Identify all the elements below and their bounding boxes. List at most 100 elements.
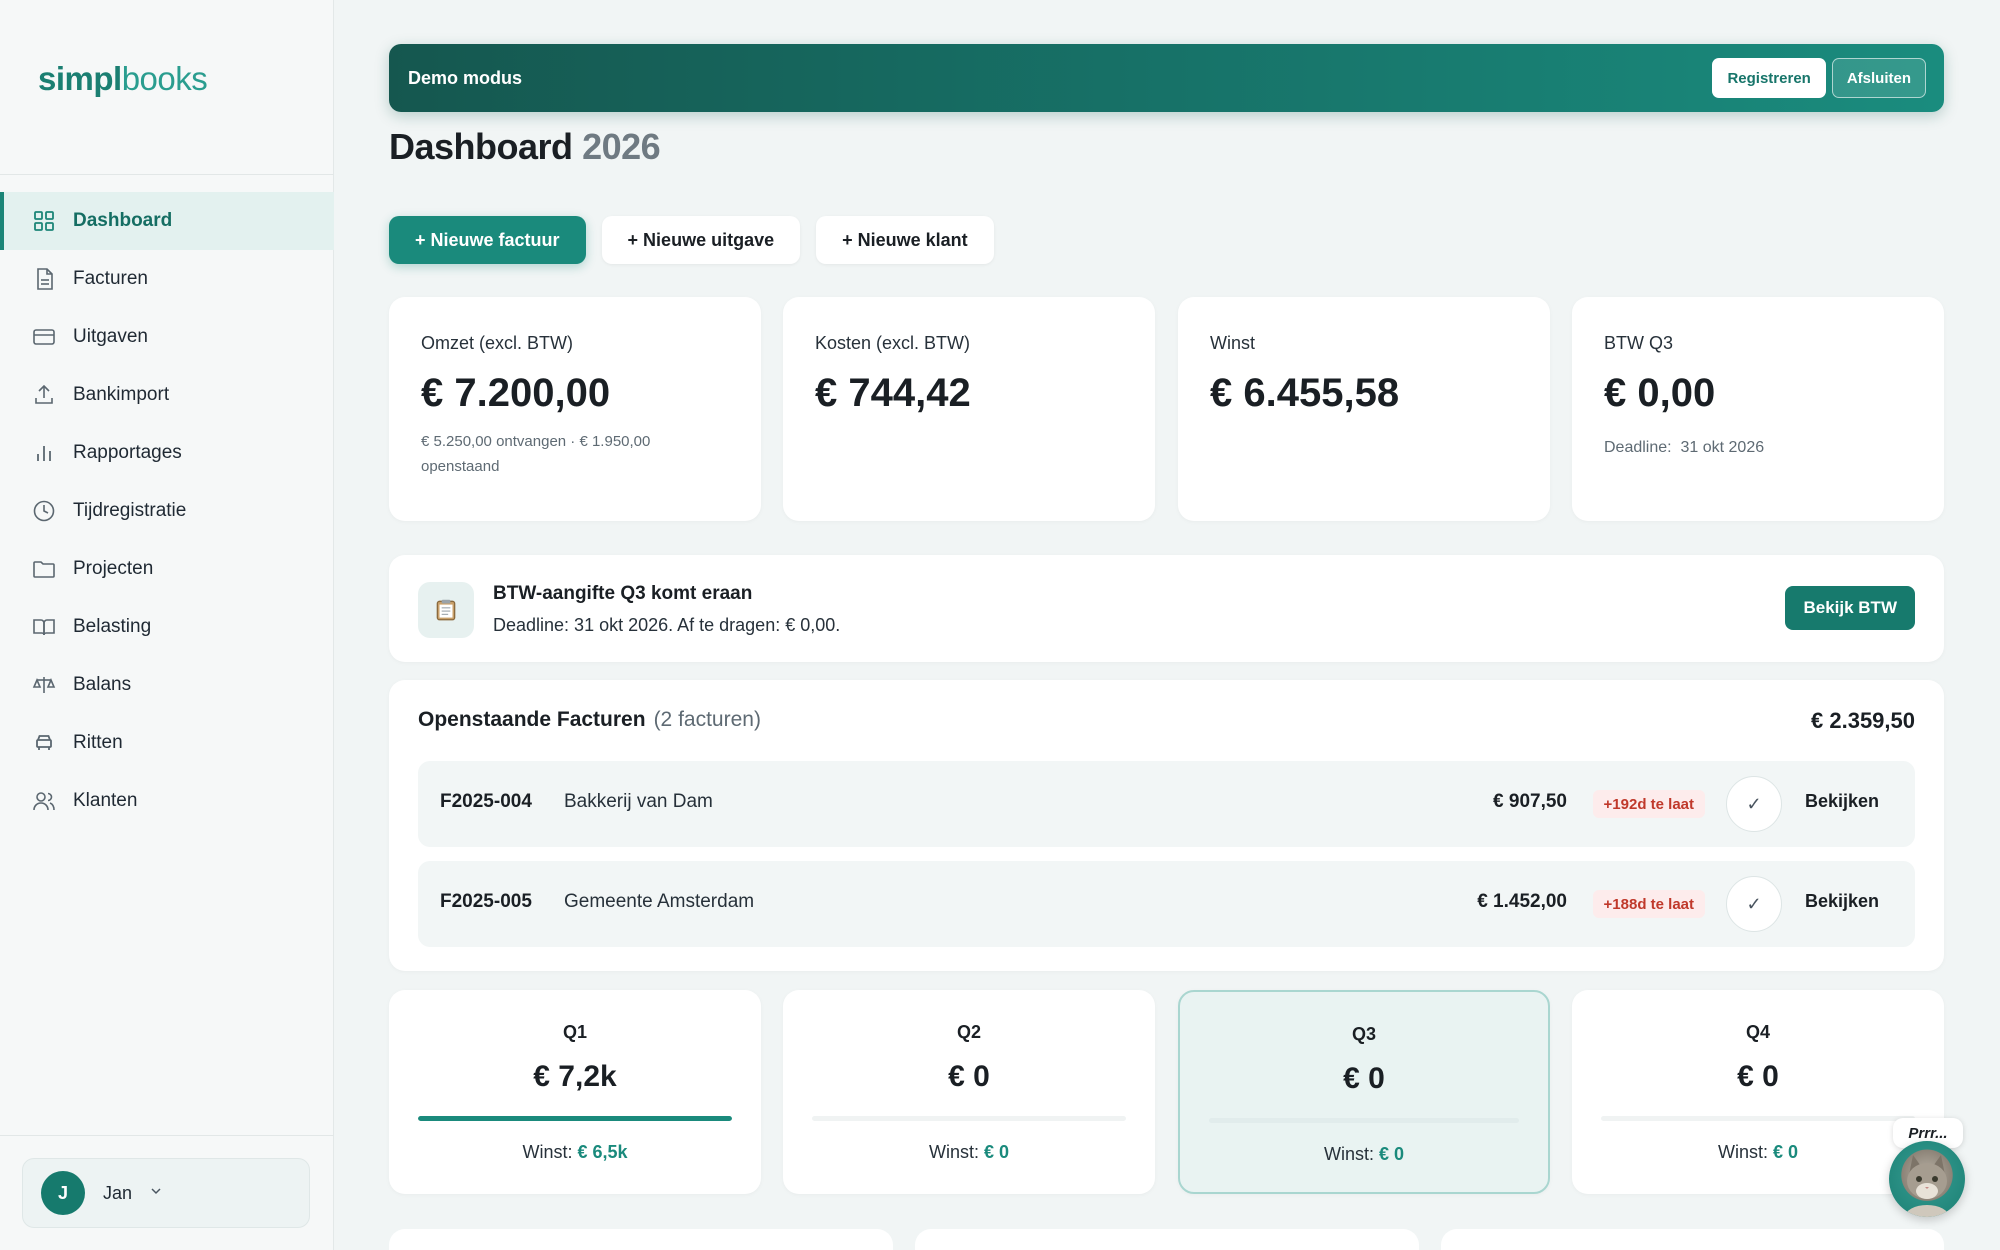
costs-card: Kosten (excl. BTW) € 744,42 — [783, 297, 1155, 521]
quarter-profit-label: Winst: — [1323, 1144, 1374, 1164]
sidebar-item-bankimport[interactable]: Bankimport — [0, 366, 334, 424]
vat-alert: BTW-aangifte Q3 komt eraan Deadline: 31 … — [389, 555, 1944, 662]
quarter-progress-bar — [1209, 1118, 1519, 1123]
profit-value: € 6.455,58 — [1210, 371, 1400, 415]
sidebar-item-ritten[interactable]: Ritten — [0, 714, 334, 772]
user-menu[interactable]: J Jan — [22, 1158, 310, 1228]
mark-paid-button[interactable]: ✓ — [1726, 776, 1782, 832]
demo-mode-banner: Demo modus Registreren Afsluiten — [389, 44, 1944, 112]
vat-alert-text: Deadline: 31 okt 2026. Af te dragen: € 0… — [493, 615, 841, 635]
page-title: Dashboard 2026 — [389, 126, 661, 168]
sidebar-item-klanten[interactable]: Klanten — [0, 772, 334, 830]
sidebar-item-tijdregistratie[interactable]: Tijdregistratie — [0, 482, 334, 540]
invoice-row[interactable]: F2025-004 Bakkerij van Dam € 907,50 +192… — [418, 761, 1915, 847]
quarter-card-q2[interactable]: Q2 € 0 Winst: € 0 — [783, 990, 1155, 1194]
quarter-progress-bar — [812, 1116, 1126, 1121]
sidebar-item-uitgaven[interactable]: Uitgaven — [0, 308, 334, 366]
sidebar-item-label: Belasting — [73, 616, 152, 637]
exit-demo-button[interactable]: Afsluiten — [1831, 58, 1926, 98]
sidebar-item-projecten[interactable]: Projecten — [0, 540, 334, 598]
quarter-label: Q4 — [1745, 1022, 1770, 1042]
logo-part-1: simpl — [38, 60, 122, 97]
upload-icon — [32, 383, 56, 407]
sidebar-item-label: Balans — [73, 674, 132, 695]
sidebar-item-label: Ritten — [73, 732, 123, 753]
invoice-number: F2025-005 — [440, 891, 532, 912]
quarter-card-q4[interactable]: Q4 € 0 Winst: € 0 — [1572, 990, 1944, 1194]
quarter-label: Q1 — [562, 1022, 587, 1042]
sidebar: simplbooks Dashboard Facturen Uitgaven B… — [0, 0, 334, 1250]
invoice-number: F2025-004 — [440, 791, 532, 812]
bottom-card-3 — [1441, 1229, 1944, 1250]
sidebar-item-dashboard[interactable]: Dashboard — [0, 192, 334, 250]
scale-icon — [32, 673, 56, 697]
quarter-profit-value: € 6,5k — [577, 1142, 628, 1162]
view-vat-button[interactable]: Bekijk BTW — [1785, 586, 1915, 630]
quarter-progress-bar — [1601, 1116, 1915, 1121]
overdue-badge: +192d te laat — [1592, 790, 1705, 818]
app-logo[interactable]: simplbooks — [38, 60, 208, 98]
user-name: Jan — [103, 1182, 133, 1203]
quarter-card-q3[interactable]: Q3 € 0 Winst: € 0 — [1178, 990, 1550, 1194]
invoice-client: Gemeente Amsterdam — [564, 891, 755, 912]
page-title-year: 2026 — [582, 126, 661, 167]
invoice-amount: € 907,50 — [1493, 791, 1567, 812]
quarter-profit: Winst: € 0 — [1572, 1142, 1944, 1163]
demo-mode-label: Demo modus — [408, 67, 523, 88]
sidebar-item-balans[interactable]: Balans — [0, 656, 334, 714]
avatar: J — [41, 1171, 85, 1215]
sidebar-item-label: Facturen — [73, 268, 148, 289]
mark-paid-button[interactable]: ✓ — [1726, 876, 1782, 932]
sidebar-item-belasting[interactable]: Belasting — [0, 598, 334, 656]
chevron-down-icon — [148, 1183, 164, 1204]
view-invoice-link[interactable]: Bekijken — [1805, 791, 1879, 812]
new-expense-button[interactable]: + Nieuwe uitgave — [601, 216, 801, 264]
logo-part-2: books — [121, 60, 208, 97]
quarter-profit-value: € 0 — [984, 1142, 1010, 1162]
folder-icon — [32, 557, 56, 581]
sidebar-item-rapportages[interactable]: Rapportages — [0, 424, 334, 482]
sidebar-item-facturen[interactable]: Facturen — [0, 250, 334, 308]
outstanding-invoices-title: Openstaande Facturen (2 facturen) — [418, 708, 761, 732]
new-invoice-button[interactable]: + Nieuwe factuur — [389, 216, 586, 264]
revenue-label: Omzet (excl. BTW) — [421, 333, 573, 353]
quarter-label: Q3 — [1351, 1024, 1376, 1044]
sidebar-item-label: Tijdregistratie — [73, 500, 187, 521]
quarter-profit-value: € 0 — [1773, 1142, 1799, 1162]
users-icon — [32, 789, 56, 813]
costs-value: € 744,42 — [815, 371, 971, 415]
quarter-card-q1[interactable]: Q1 € 7,2k Winst: € 6,5k — [389, 990, 761, 1194]
bottom-card-2 — [915, 1229, 1419, 1250]
outstanding-invoices-heading: Openstaande Facturen — [418, 708, 646, 731]
quarter-profit-label: Winst: — [1717, 1142, 1768, 1162]
invoice-client: Bakkerij van Dam — [564, 791, 713, 812]
quarter-label: Q2 — [956, 1022, 981, 1042]
revenue-card: Omzet (excl. BTW) € 7.200,00 € 5.250,00 … — [389, 297, 761, 521]
vat-label: BTW Q3 — [1604, 333, 1674, 353]
register-button[interactable]: Registreren — [1712, 58, 1826, 98]
sidebar-item-label: Dashboard — [73, 210, 173, 231]
quick-actions: + Nieuwe factuur + Nieuwe uitgave + Nieu… — [389, 216, 994, 264]
quarter-revenue: € 0 — [1737, 1060, 1779, 1093]
clipboard-icon — [418, 582, 474, 638]
quarter-profit-label: Winst: — [522, 1142, 573, 1162]
new-client-button[interactable]: + Nieuwe klant — [816, 216, 994, 264]
view-invoice-link[interactable]: Bekijken — [1805, 891, 1879, 912]
vat-card: BTW Q3 € 0,00 Deadline: 31 okt 2026 — [1572, 297, 1944, 521]
demo-actions: Registreren Afsluiten — [1712, 58, 1926, 98]
quarter-profit: Winst: € 0 — [1180, 1144, 1548, 1165]
quarter-profit: Winst: € 6,5k — [389, 1142, 761, 1163]
vat-deadline-label: Deadline: — [1604, 439, 1672, 456]
quarter-revenue: € 0 — [1343, 1062, 1385, 1095]
quarter-revenue: € 7,2k — [533, 1060, 617, 1093]
revenue-breakdown: € 5.250,00 ontvangen · € 1.950,00 openst… — [421, 433, 651, 475]
sidebar-item-label: Uitgaven — [73, 326, 148, 347]
vat-deadline: Deadline: 31 okt 2026 — [1604, 439, 1764, 457]
revenue-value: € 7.200,00 — [421, 371, 611, 415]
vat-deadline-date: 31 okt 2026 — [1680, 439, 1765, 456]
invoice-row[interactable]: F2025-005 Gemeente Amsterdam € 1.452,00 … — [418, 861, 1915, 947]
cat-mascot-icon[interactable] — [1889, 1141, 1965, 1217]
sidebar-item-label: Projecten — [73, 558, 154, 579]
sidebar-divider — [0, 174, 334, 175]
profit-label: Winst — [1210, 333, 1255, 353]
